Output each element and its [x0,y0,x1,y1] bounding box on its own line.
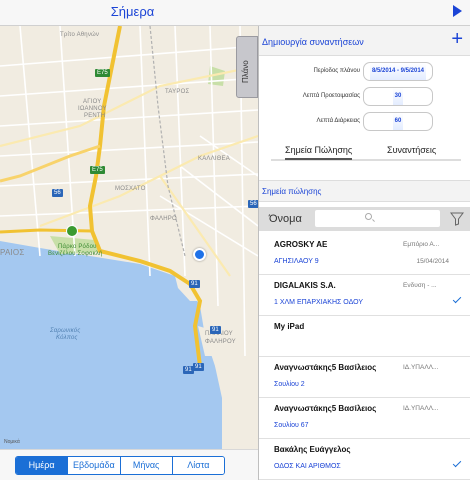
checkmark-icon [452,458,462,468]
item-name: Βακάλης Ευάγγελος [274,445,351,454]
app: Σήμερα Τρίτο Αθηνών ΑΓΙΟΥ ΙΩΑΝΝΟΥ ΡΕΝΤΗ … [0,0,470,480]
map-label: ΑΓΙΟΥ [83,99,102,105]
map-label: Τρίτο Αθηνών [60,32,100,38]
list-item[interactable]: DIGALAKIS S.A. Ενδυση - ... 1 ΧΛΜ ΕΠΑΡΧΙ… [259,275,470,316]
appointments-panel: Δημιουργία συναντήσεων + Περίοδος πλάνου… [258,26,470,480]
item-name: Αναγνωστάκης5 Βασίλειος [274,404,377,413]
prep-minutes-field[interactable]: 30 [363,87,433,106]
plan-period-row: Περίοδος πλάνου 8/5/2014 - 9/5/2014 [259,62,470,82]
map-label: Κόλπος [56,335,78,341]
duration-minutes-value: 60 [392,113,404,130]
duration-minutes-label: Λεπτά Διάρκειας [316,118,360,124]
map-label: ΦΑΛΗΡΟ [150,216,177,222]
prep-minutes-value: 30 [392,88,404,105]
bottom-bar: Ημέρα Εβδομάδα Μήνας Λίστα [0,449,258,480]
map-label: ΡΕΝΤΗ [84,113,106,119]
panel-title: Δημιουργία συναντήσεων [262,37,364,47]
legal-link[interactable]: Νομικά [4,439,20,445]
checkmark-icon [452,294,462,304]
search-input[interactable] [315,210,440,227]
item-address: Σουλίου 67 [274,422,309,429]
duration-minutes-row: Λεπτά Διάρκειας 60 [259,112,470,132]
map-label: Βενιζέλου Σοφοκλή [48,251,103,257]
prep-minutes-label: Λεπτά Προετοιμασίας [302,93,360,99]
map-label: ΡΑΙΟΣ [0,248,25,257]
road-shield: E75 [95,69,110,77]
map-label: Σαρωνικός [50,328,81,334]
plan-tab-label: Πλάνο [241,60,250,83]
map-label: ΦΑΛΗΡΟΥ [205,339,236,345]
segment-month[interactable]: Μήνας [119,457,172,474]
search-bar: Όνομα [259,207,470,231]
item-role: ΙΔ.ΥΠΑΛΛ... [403,364,439,371]
segment-day[interactable]: Ημέρα [16,457,68,474]
road-shield: 56 [52,189,63,197]
plan-period-field[interactable]: 8/5/2014 - 9/5/2014 [363,62,433,81]
segment-week[interactable]: Εβδομάδα [67,457,120,474]
list-item[interactable]: Αναγνωστάκης5 Βασίλειος ΙΔ.ΥΠΑΛΛ... Σουλ… [259,398,470,439]
item-name: Αναγνωστάκης5 Βασίλειος [274,363,377,372]
map-view[interactable]: Τρίτο Αθηνών ΑΓΙΟΥ ΙΩΑΝΝΟΥ ΡΕΝΤΗ ΤΑΥΡΟΣ … [0,26,258,449]
section-header: Σημεία πώλησης [259,180,470,202]
list-item[interactable]: AGROSKY AE Εμπόριο Α... ΑΓΗΣΙΛΑΟΥ 9 15/0… [259,234,470,275]
today-title[interactable]: Σήμερα [0,4,265,19]
item-address: 1 ΧΛΜ ΕΠΑΡΧΙΑΚΗΣ ΟΔΟΥ [274,299,364,306]
road-shield: 91 [189,280,200,288]
points-of-sale-list: AGROSKY AE Εμπόριο Α... ΑΓΗΣΙΛΑΟΥ 9 15/0… [259,234,470,480]
top-bar: Σήμερα [0,0,470,26]
map-canvas [0,26,258,449]
item-date: 15/04/2014 [416,258,449,265]
segment-list[interactable]: Λίστα [171,457,224,474]
plan-period-value: 8/5/2014 - 9/5/2014 [369,63,427,80]
park-pin-icon[interactable] [66,225,78,237]
road-shield: 56 [248,200,258,208]
map-label: ΤΑΥΡΟΣ [165,89,190,95]
road-shield: 91 [193,363,204,371]
item-name: DIGALAKIS S.A. [274,281,336,290]
play-icon[interactable] [453,5,462,17]
map-label: ΙΩΑΝΝΟΥ [78,106,107,112]
plus-icon[interactable]: + [451,28,463,50]
filter-icon[interactable] [450,212,464,226]
map-label: Πάρκο Ρόδου [58,244,97,250]
prep-minutes-row: Λεπτά Προετοιμασίας 30 [259,87,470,107]
panel-header: Δημιουργία συναντήσεων + [259,26,470,56]
list-item[interactable]: Βακάλης Ευάγγελος ΟΔΟΣ ΚΑΙ ΑΡΙΘΜΟΣ [259,439,470,480]
tab-points-of-sale[interactable]: Σημεία Πώλησης [285,145,353,160]
item-name: AGROSKY AE [274,240,328,249]
plan-period-label: Περίοδος πλάνου [313,68,360,74]
item-name: My iPad [274,322,305,331]
map-label: ΚΑΛΛΙΘΕΑ [198,156,230,162]
item-address: Σουλίου 2 [274,381,305,388]
search-icon [365,213,372,220]
list-item[interactable]: Αναγνωστάκης5 Βασίλειος ΙΔ.ΥΠΑΛΛ... Σουλ… [259,357,470,398]
section-title: Σημεία πώλησης [262,187,322,196]
duration-minutes-field[interactable]: 60 [363,112,433,131]
item-role: Ενδυση - ... [403,282,437,289]
view-mode-segmented-control[interactable]: Ημέρα Εβδομάδα Μήνας Λίστα [15,456,225,475]
tab-appointments[interactable]: Συναντήσεις [387,145,436,155]
list-item[interactable]: My iPad [259,316,470,357]
panel-tabs: Σημεία Πώλησης Συναντήσεις [271,141,461,161]
road-shield: E75 [90,166,105,174]
search-label: Όνομα [269,213,302,225]
current-location-icon[interactable] [193,248,206,261]
road-shield: 91 [210,326,221,334]
item-address: ΑΓΗΣΙΛΑΟΥ 9 [274,258,319,265]
item-role: ΙΔ.ΥΠΑΛΛ... [403,405,439,412]
map-label: ΜΟΣΧΑΤΟ [115,186,146,192]
item-role: Εμπόριο Α... [403,241,440,248]
plan-tab[interactable]: Πλάνο [236,36,258,98]
item-address: ΟΔΟΣ ΚΑΙ ΑΡΙΘΜΟΣ [274,463,341,470]
